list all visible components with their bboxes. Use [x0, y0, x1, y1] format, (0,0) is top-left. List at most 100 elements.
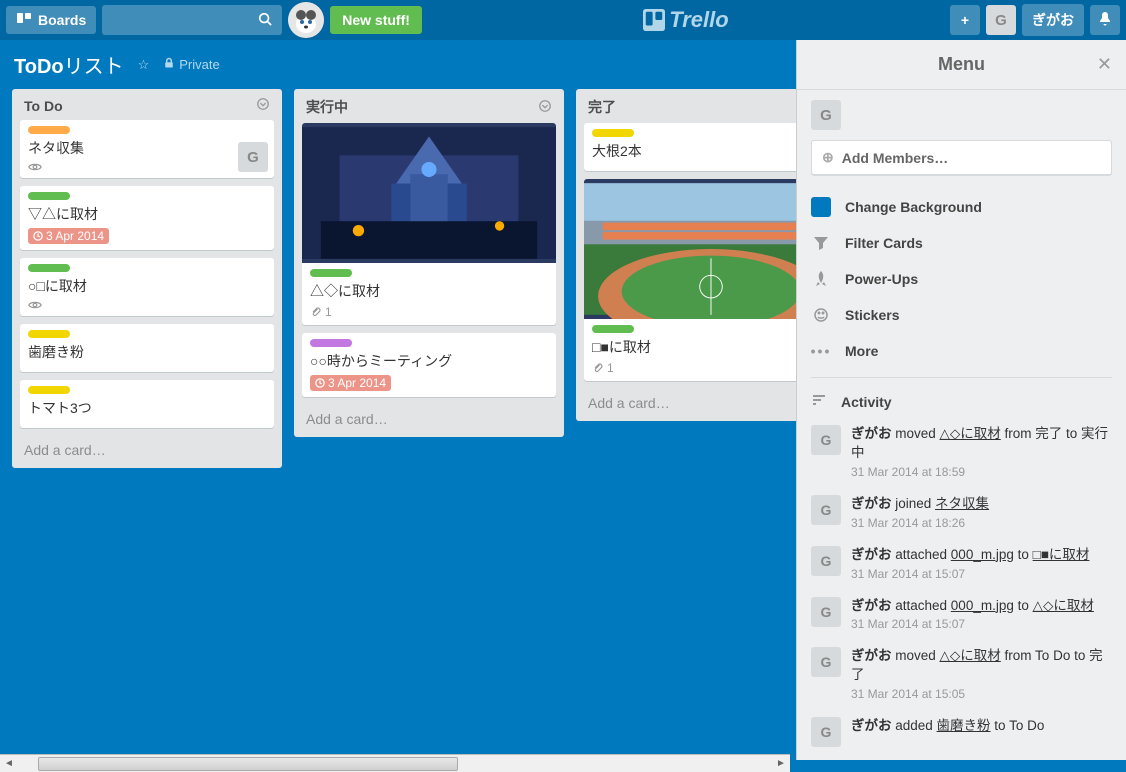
activity-avatar[interactable]: G	[811, 546, 841, 576]
watch-badge	[28, 162, 42, 172]
list-title[interactable]: 完了	[588, 97, 616, 117]
card[interactable]: ○○時からミーティング3 Apr 2014	[302, 333, 556, 397]
search-icon	[258, 12, 272, 29]
attachment-badge: 1	[310, 305, 332, 319]
board-title[interactable]: ToDoリスト	[14, 50, 124, 79]
card-labels	[28, 264, 266, 272]
card-title: 大根2本	[592, 141, 830, 161]
star-icon: ☆	[138, 57, 150, 73]
activity-text: ぎがお moved △◇に取材 from 完了 to 実行中	[851, 425, 1112, 463]
card-labels	[592, 325, 830, 333]
label-purple[interactable]	[310, 339, 352, 347]
label-yellow[interactable]	[592, 129, 634, 137]
card-title: ▽△に取材	[28, 204, 266, 224]
activity-avatar[interactable]: G	[811, 647, 841, 677]
user-avatar[interactable]: G	[986, 5, 1016, 35]
list-menu-button[interactable]	[538, 99, 552, 116]
watch-badge	[28, 300, 42, 310]
label-green[interactable]	[592, 325, 634, 333]
card-title: 歯磨き粉	[28, 342, 266, 362]
activity-timestamp: 31 Mar 2014 at 15:07	[851, 617, 1094, 631]
card-title: ○□に取材	[28, 276, 266, 296]
card[interactable]: 歯磨き粉	[20, 324, 274, 372]
activity-item: G ぎがお added 歯磨き粉 to To Do	[811, 709, 1112, 755]
notifications-button[interactable]	[1090, 5, 1120, 35]
horizontal-scrollbar[interactable]: ◄ ►	[0, 754, 790, 772]
trello-logo[interactable]: Trello	[428, 7, 944, 33]
menu-change-background[interactable]: Change Background	[811, 189, 1112, 225]
card-title: ○○時からミーティング	[310, 351, 548, 371]
boards-button[interactable]: Boards	[6, 6, 96, 34]
activity-avatar[interactable]: G	[811, 717, 841, 747]
label-green[interactable]	[310, 269, 352, 277]
add-card-button[interactable]: Add a card…	[20, 436, 274, 458]
card[interactable]: ネタ収集G	[20, 120, 274, 178]
card-title: トマト3つ	[28, 398, 266, 418]
card-labels	[310, 339, 548, 347]
activity-item: Gぎがお attached 000_m.jpg to △◇に取材31 Mar 2…	[811, 589, 1112, 640]
label-yellow[interactable]	[28, 330, 70, 338]
create-button[interactable]: +	[950, 5, 980, 35]
list: 実行中 △◇に取材 1 ○○時からミーティング3 Apr 2014 Add a card…	[294, 89, 564, 437]
bell-icon	[1097, 11, 1113, 30]
label-green[interactable]	[28, 192, 70, 200]
board-members: G	[811, 100, 1112, 130]
member-avatar[interactable]: G	[811, 100, 841, 130]
card-labels	[28, 126, 266, 134]
activity-avatar[interactable]: G	[811, 495, 841, 525]
more-icon: •••	[811, 341, 831, 361]
plus-icon: +	[961, 12, 969, 28]
add-member-icon: ⊕	[822, 149, 834, 166]
card-labels	[592, 129, 830, 137]
card-cover-image	[302, 123, 556, 263]
activity-timestamp: 31 Mar 2014 at 18:26	[851, 516, 989, 530]
activity-text: ぎがお moved △◇に取材 from To Do to 完了	[851, 647, 1112, 685]
user-menu-button[interactable]: ぎがお	[1022, 4, 1084, 36]
mascot-icon	[288, 2, 324, 38]
list-title[interactable]: 実行中	[306, 97, 348, 117]
label-green[interactable]	[28, 264, 70, 272]
label-yellow[interactable]	[28, 386, 70, 394]
label-orange[interactable]	[28, 126, 70, 134]
card[interactable]: △◇に取材 1	[302, 123, 556, 325]
card-title: ネタ収集	[28, 138, 266, 158]
menu-stickers[interactable]: Stickers	[811, 297, 1112, 333]
list-title[interactable]: To Do	[24, 98, 63, 114]
card-member-avatar[interactable]: G	[238, 142, 268, 172]
menu-power-ups[interactable]: Power-Ups	[811, 261, 1112, 297]
add-members-button[interactable]: ⊕ Add Members…	[811, 140, 1112, 175]
scroll-left-arrow-icon[interactable]: ◄	[0, 758, 18, 769]
menu-filter-cards[interactable]: Filter Cards	[811, 225, 1112, 261]
activity-avatar[interactable]: G	[811, 597, 841, 627]
list: To Do ネタ収集G ▽△に取材3 Apr 2014 ○□に取材歯磨き粉トマト3つ A…	[12, 89, 282, 468]
scroll-right-arrow-icon[interactable]: ►	[772, 758, 790, 769]
list-menu-button[interactable]	[256, 97, 270, 114]
add-card-button[interactable]: Add a card…	[302, 405, 556, 427]
activity-timestamp: 31 Mar 2014 at 18:59	[851, 465, 1112, 479]
background-swatch-icon	[811, 197, 831, 217]
card-labels	[310, 269, 548, 277]
card-title: △◇に取材	[310, 281, 548, 301]
new-stuff-button[interactable]: New stuff!	[330, 6, 422, 34]
menu-more[interactable]: ••• More	[811, 333, 1112, 369]
menu-title: Menu ✕	[797, 40, 1126, 90]
star-button[interactable]: ☆	[138, 57, 150, 73]
activity-text: ぎがお added 歯磨き粉 to To Do	[851, 717, 1044, 736]
card[interactable]: トマト3つ	[20, 380, 274, 428]
card[interactable]: ○□に取材	[20, 258, 274, 316]
card-labels	[28, 386, 266, 394]
menu-panel: Menu ✕ G ⊕ Add Members… Change Backgroun…	[796, 40, 1126, 760]
activity-timestamp: 31 Mar 2014 at 15:07	[851, 567, 1089, 581]
privacy-button[interactable]: Private	[163, 57, 219, 72]
header-right: + G ぎがお	[950, 4, 1120, 36]
card-labels	[28, 192, 266, 200]
scrollbar-thumb[interactable]	[38, 757, 458, 771]
search-input[interactable]	[102, 5, 282, 35]
activity-item: Gぎがお joined ネタ収集31 Mar 2014 at 18:26	[811, 487, 1112, 538]
activity-avatar[interactable]: G	[811, 425, 841, 455]
card[interactable]: ▽△に取材3 Apr 2014	[20, 186, 274, 250]
global-header: Boards New stuff! Trello + G ぎがお	[0, 0, 1126, 40]
boards-icon	[16, 12, 32, 28]
lock-icon	[163, 57, 175, 72]
menu-close-button[interactable]: ✕	[1097, 54, 1112, 75]
